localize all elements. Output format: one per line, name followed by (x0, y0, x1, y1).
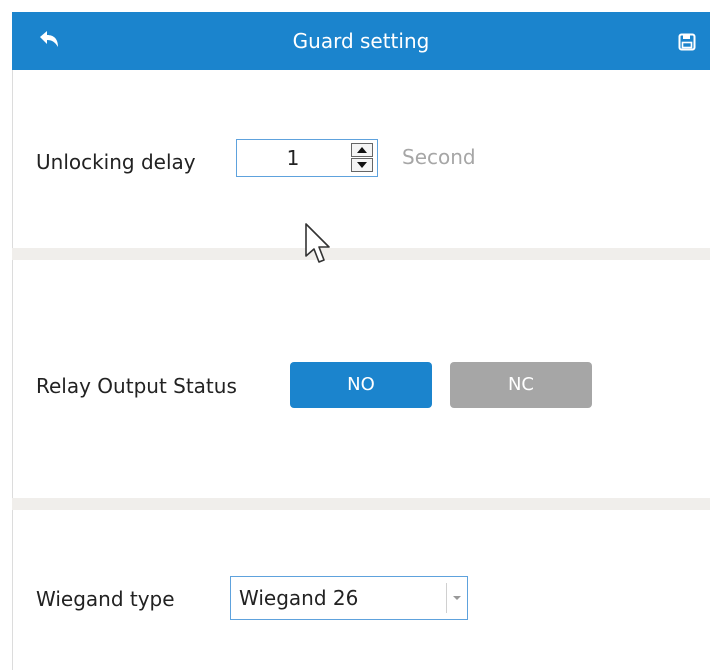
wiegand-type-label: Wiegand type (36, 587, 175, 611)
unit-label: Second (402, 145, 476, 169)
unlocking-delay-label: Unlocking delay (36, 150, 196, 174)
header-bar: Guard setting (12, 12, 710, 70)
relay-nc-button[interactable]: NC (450, 362, 592, 408)
caret-down-icon (453, 596, 461, 600)
relay-no-button[interactable]: NO (290, 362, 432, 408)
page-title: Guard setting (292, 29, 430, 53)
section-divider (12, 248, 710, 260)
dropdown-button[interactable] (446, 583, 467, 613)
save-button[interactable] (678, 33, 696, 51)
stepper-arrows (351, 143, 373, 173)
unlocking-delay-value[interactable]: 1 (237, 140, 349, 176)
stepper-down-button[interactable] (351, 158, 373, 172)
stepper-up-button[interactable] (351, 143, 373, 157)
mouse-pointer-icon (305, 223, 330, 263)
relay-output-label: Relay Output Status (36, 374, 237, 398)
left-frame (0, 70, 13, 670)
save-disk-icon (678, 33, 696, 51)
guard-setting-screen: Guard setting Unlocking delay 1 Second R… (0, 0, 710, 670)
triangle-up-icon (357, 147, 367, 153)
wiegand-type-select[interactable]: Wiegand 26 (230, 576, 468, 620)
wiegand-type-value: Wiegand 26 (239, 586, 359, 610)
triangle-down-icon (357, 162, 367, 168)
unlocking-delay-stepper[interactable]: 1 (236, 139, 378, 177)
section-divider (12, 498, 710, 510)
